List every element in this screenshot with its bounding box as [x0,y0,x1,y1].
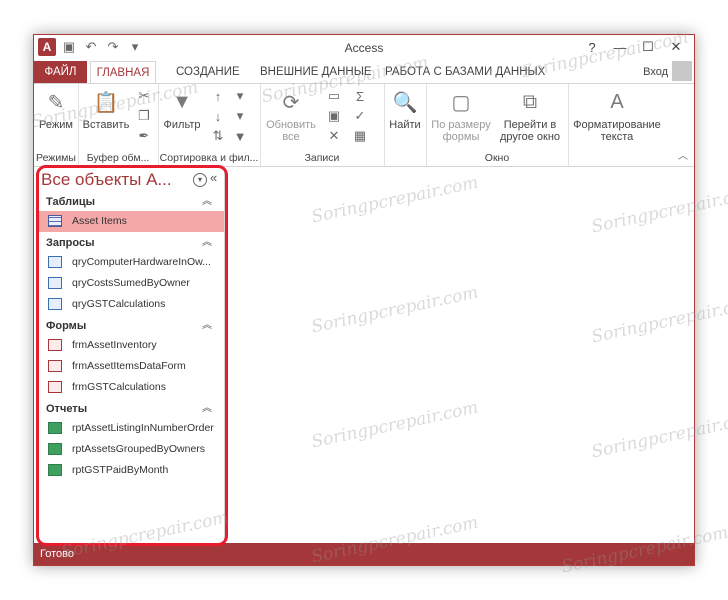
form-icon [48,381,62,393]
text-format-icon: A [610,90,624,113]
query-icon [48,298,62,310]
item-label: qryGSTCalculations [72,298,166,310]
refresh-all-label: Обновить все [266,119,316,143]
chevron-up-icon[interactable]: ︽ [202,317,212,335]
report-icon [48,422,62,434]
group-label-records: Записи [304,152,340,164]
item-label: qryComputerHardwareInOw... [72,256,211,268]
section-reports[interactable]: Отчеты ︽ [38,400,224,418]
list-item[interactable]: Asset Items [38,211,224,232]
delete-record-icon[interactable]: ✕ [326,128,342,144]
avatar[interactable] [672,61,692,81]
group-label-views: Режимы [36,152,76,164]
item-label: rptAssetsGroupedByOwners [72,443,206,455]
group-label-clipboard: Буфер обм... [86,152,150,164]
remove-sort-icon[interactable]: ⇅ [210,128,226,144]
collapse-ribbon-icon[interactable]: ︿ [678,147,688,162]
list-item[interactable]: qryComputerHardwareInOw... [38,252,224,273]
section-label: Отчеты [46,403,88,415]
size-to-fit-form-button[interactable]: ▢ По размеру формы [428,88,494,144]
list-item[interactable]: frmAssetItemsDataForm [38,356,224,377]
format-painter-icon[interactable]: ✒ [136,128,152,144]
query-icon [48,256,62,268]
section-forms[interactable]: Формы ︽ [38,317,224,335]
sort-ascending-icon[interactable]: ↑ [210,88,226,104]
item-label: qryCostsSumedByOwner [72,277,190,289]
tab-home[interactable]: ГЛАВНАЯ [90,61,156,84]
section-label: Таблицы [46,196,95,208]
toggle-filter-icon[interactable]: ▼ [232,128,248,144]
item-label: frmAssetItemsDataForm [72,360,186,372]
navigation-pane-title[interactable]: Все объекты A... [41,170,172,190]
chevron-up-icon[interactable]: ︽ [202,234,212,252]
spelling-icon[interactable]: ✓ [352,108,368,124]
list-item[interactable]: qryGSTCalculations [38,294,224,315]
chevron-down-icon[interactable]: ▾ [193,173,207,187]
sign-in-link[interactable]: Вход [643,61,668,83]
list-item[interactable]: frmGSTCalculations [38,377,224,398]
list-item[interactable]: rptAssetsGroupedByOwners [38,439,224,460]
group-window: ▢ По размеру формы ⧉ Перейти в другое ок… [426,84,569,166]
section-label: Запросы [46,237,95,249]
list-item[interactable]: qryCostsSumedByOwner [38,273,224,294]
section-queries[interactable]: Запросы ︽ [38,234,224,252]
section-label: Формы [46,320,87,332]
navigation-pane: Все объекты A... ▾ « Таблицы ︽ Asset Ite… [38,167,225,543]
save-record-icon[interactable]: ▣ [326,108,342,124]
text-formatting-button[interactable]: A Форматирование текста [570,88,664,144]
table-icon [48,215,62,227]
access-window: A ▣ ↶ ↷ ▾ Access ? — ☐ ✕ ФАЙЛ ГЛАВНАЯ СО… [33,34,695,566]
filter-button-label: Фильтр [163,119,201,131]
size-to-fit-label: По размеру формы [431,119,491,143]
copy-icon[interactable]: ❐ [136,108,152,124]
item-label: rptAssetListingInNumberOrder [72,422,214,434]
group-label-sort-filter: Сортировка и фил... [159,152,259,164]
report-icon [48,443,62,455]
form-icon [48,360,62,372]
advanced-filter-icon[interactable]: ▾ [232,108,248,124]
report-icon [48,464,62,476]
switch-windows-label: Перейти в другое окно [499,119,561,143]
section-tables[interactable]: Таблицы ︽ [38,193,224,211]
collapse-pane-icon[interactable]: « [210,170,217,185]
switch-windows-icon: ⧉ [522,90,538,113]
item-label: rptGSTPaidByMonth [72,464,169,476]
totals-icon[interactable]: Σ [352,88,368,104]
navigation-pane-header[interactable]: Все объекты A... ▾ « [38,167,224,193]
tab-file[interactable]: ФАЙЛ [34,61,87,83]
chevron-up-icon[interactable]: ︽ [202,400,212,418]
item-label: frmGSTCalculations [72,381,166,393]
binoculars-icon: 🔍 [392,91,418,114]
list-item[interactable]: rptGSTPaidByMonth [38,460,224,481]
list-item[interactable]: frmAssetInventory [38,335,224,356]
more-records-icon[interactable]: ▦ [352,128,368,144]
size-to-fit-icon: ▢ [451,91,471,114]
chevron-up-icon[interactable]: ︽ [202,193,212,211]
form-icon [48,339,62,351]
item-label: frmAssetInventory [72,339,157,351]
query-icon [48,277,62,289]
find-button-label: Найти [389,119,421,131]
switch-windows-button[interactable]: ⧉ Перейти в другое окно [494,88,566,144]
paste-button-label: Вставить [82,119,130,131]
sort-descending-icon[interactable]: ↓ [210,108,226,124]
selection-filter-icon[interactable]: ▾ [232,88,248,104]
group-find: 🔍 Найти [384,84,427,166]
find-button[interactable]: 🔍 Найти [384,88,426,132]
list-item[interactable]: rptAssetListingInNumberOrder [38,418,224,439]
group-text-formatting: A Форматирование текста [568,84,666,166]
item-label: Asset Items [72,215,127,227]
text-formatting-label: Форматирование текста [573,119,661,143]
group-label-window: Окно [484,152,510,164]
